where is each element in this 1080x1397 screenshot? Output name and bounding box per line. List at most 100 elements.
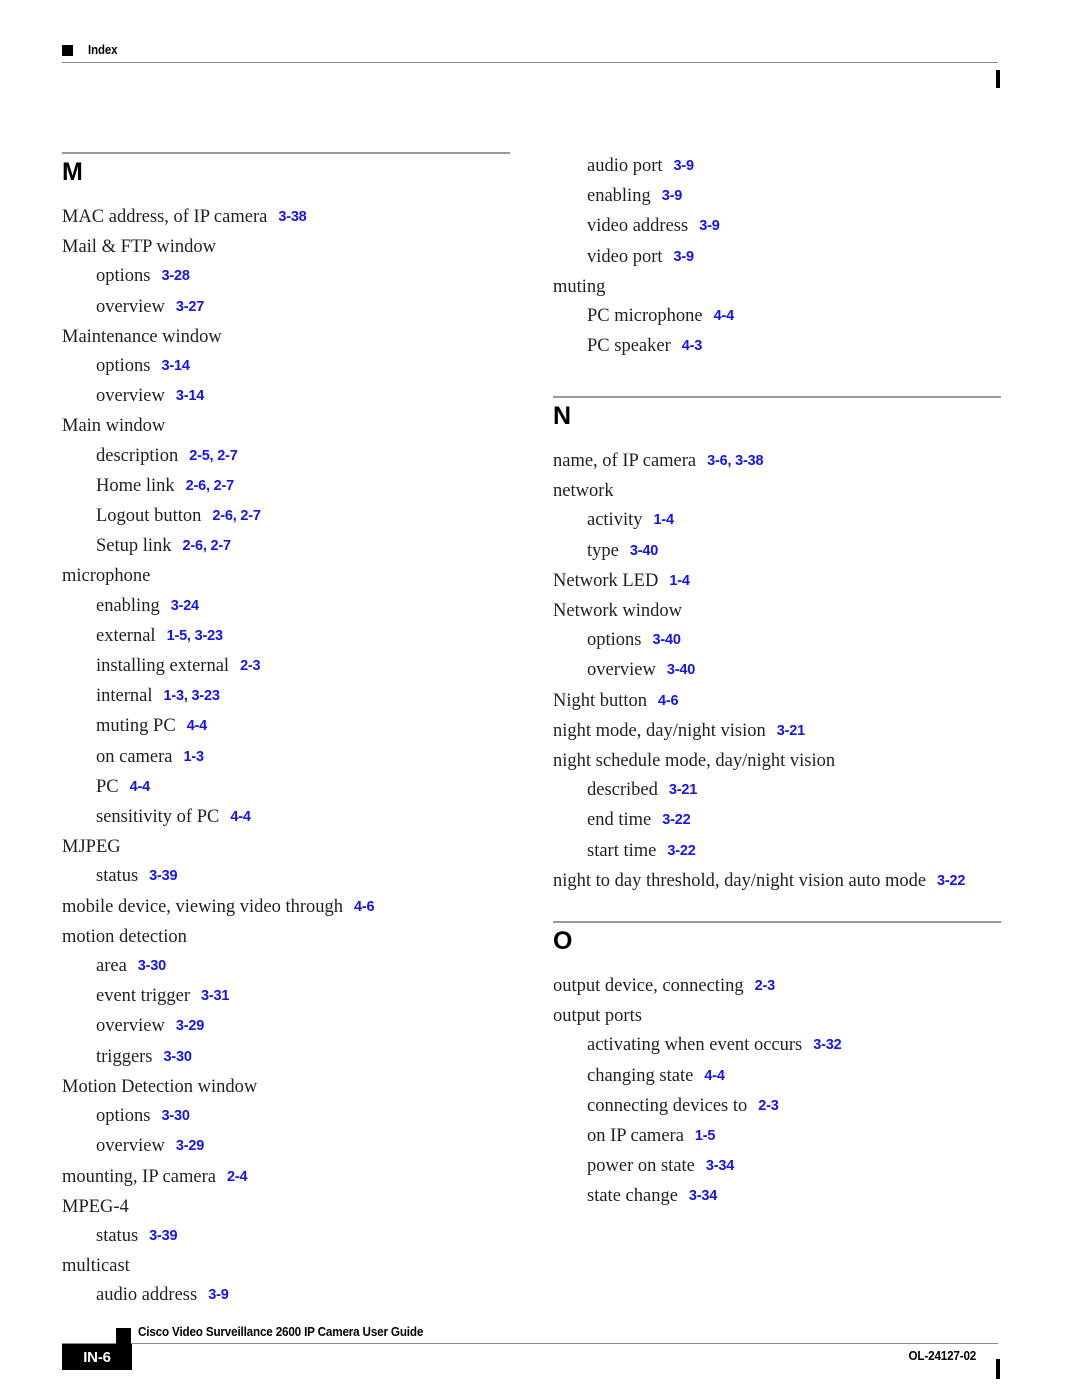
index-page-reference[interactable]: 2-6, 2-7 bbox=[201, 508, 261, 524]
index-page-reference[interactable]: 3-39 bbox=[138, 868, 177, 884]
index-page-reference[interactable]: 3-22 bbox=[926, 873, 965, 889]
index-page-reference[interactable]: 3-40 bbox=[641, 632, 680, 648]
index-page-reference[interactable]: 3-21 bbox=[766, 723, 805, 739]
index-page-reference[interactable]: 3-34 bbox=[695, 1158, 734, 1174]
index-entry-term: connecting devices to bbox=[587, 1095, 748, 1116]
index-page-reference[interactable]: 3-14 bbox=[150, 358, 189, 374]
index-page-reference[interactable]: 3-9 bbox=[688, 218, 720, 234]
index-page-reference[interactable]: 3-39 bbox=[138, 1228, 177, 1244]
index-page-reference[interactable]: 3-40 bbox=[656, 662, 695, 678]
index-page-reference[interactable]: 3-22 bbox=[656, 843, 695, 859]
index-page-reference[interactable]: 3-9 bbox=[663, 249, 695, 265]
footer-rule bbox=[62, 1343, 1000, 1379]
index-page-reference[interactable]: 4-4 bbox=[693, 1068, 725, 1084]
index-entry: Main window bbox=[62, 412, 510, 441]
index-page-reference[interactable]: 3-9 bbox=[651, 188, 683, 204]
index-page-reference[interactable]: 3-28 bbox=[150, 268, 189, 284]
index-entry-term: Maintenance window bbox=[62, 326, 222, 347]
index-page-reference[interactable]: 1-3, 3-23 bbox=[153, 688, 220, 704]
index-entry-term: sensitivity of PC bbox=[96, 807, 220, 828]
index-column-right-continuation: audio port 3-9 enabling 3-9 video address 3-9… bbox=[553, 152, 1001, 362]
index-entry: options 3-30 bbox=[62, 1102, 510, 1132]
page-footer: IN-6 Cisco Video Surveillance 2600 IP Ca… bbox=[62, 1318, 1000, 1379]
index-entry-term: status bbox=[96, 1225, 139, 1246]
index-entry: status 3-39 bbox=[62, 862, 510, 892]
index-page-reference[interactable]: 2-3 bbox=[744, 978, 776, 994]
index-entry-term: name, of IP camera bbox=[553, 451, 697, 471]
index-entry: Network LED 1-4 bbox=[553, 567, 1001, 597]
index-page-reference[interactable]: 3-31 bbox=[190, 988, 229, 1004]
index-page-reference[interactable]: 2-5, 2-7 bbox=[178, 448, 238, 464]
index-page-reference[interactable]: 3-27 bbox=[165, 299, 204, 315]
index-entry: output ports bbox=[553, 1002, 1001, 1031]
index-page-reference[interactable]: 2-6, 2-7 bbox=[172, 538, 232, 554]
index-entry-term: status bbox=[96, 866, 139, 887]
index-entry: end time 3-22 bbox=[553, 806, 1001, 836]
index-entry: network bbox=[553, 477, 1001, 506]
index-entry-list: MAC address, of IP camera 3-38 Mail & FTP … bbox=[62, 203, 510, 1312]
index-page-reference[interactable]: 4-4 bbox=[176, 718, 208, 734]
index-page-reference[interactable]: 3-22 bbox=[651, 812, 690, 828]
index-entry-term: Setup link bbox=[96, 536, 172, 557]
index-entry: MPEG-4 bbox=[62, 1193, 510, 1222]
index-page-reference[interactable]: 4-3 bbox=[671, 338, 703, 354]
index-entry-term: overview bbox=[96, 1136, 165, 1157]
section-letter-heading: O bbox=[553, 927, 573, 955]
index-page-reference[interactable]: 4-6 bbox=[343, 899, 375, 915]
index-entry-term: activity bbox=[587, 510, 643, 531]
section-divider-rule bbox=[553, 921, 1001, 923]
index-entry-term: internal bbox=[96, 686, 153, 707]
index-page-reference[interactable]: 3-21 bbox=[658, 782, 697, 798]
index-page-reference[interactable]: 3-34 bbox=[678, 1188, 717, 1204]
index-page-reference[interactable]: 3-30 bbox=[153, 1049, 192, 1065]
index-page-reference[interactable]: 2-4 bbox=[216, 1169, 248, 1185]
index-entry: overview 3-29 bbox=[62, 1132, 510, 1162]
index-page-reference[interactable]: 4-4 bbox=[703, 308, 735, 324]
index-page-reference[interactable]: 3-14 bbox=[165, 388, 204, 404]
index-page-reference[interactable]: 3-30 bbox=[127, 958, 166, 974]
index-entry: Mail & FTP window bbox=[62, 233, 510, 262]
index-page-reference[interactable]: 2-3 bbox=[747, 1098, 779, 1114]
index-page-reference[interactable]: 1-3 bbox=[173, 749, 205, 765]
index-page-reference[interactable]: 1-4 bbox=[642, 512, 674, 528]
index-page-reference[interactable]: 3-32 bbox=[802, 1037, 841, 1053]
index-entry-term: mounting, IP camera bbox=[62, 1166, 216, 1187]
index-page-reference[interactable]: 2-6, 2-7 bbox=[175, 478, 235, 494]
document-id: OL-24127-02 bbox=[908, 1348, 976, 1363]
index-entry: overview 3-27 bbox=[62, 293, 510, 323]
index-page-reference[interactable]: 1-5, 3-23 bbox=[156, 628, 223, 644]
index-entry-term: area bbox=[96, 956, 127, 977]
index-page-reference[interactable]: 4-4 bbox=[119, 779, 151, 795]
index-entry: video port 3-9 bbox=[553, 243, 1001, 273]
index-page-reference[interactable]: 3-29 bbox=[165, 1018, 204, 1034]
index-entry-term: description bbox=[96, 445, 179, 466]
index-page-reference[interactable]: 3-24 bbox=[160, 598, 199, 614]
index-page-reference[interactable]: 2-3 bbox=[229, 658, 261, 674]
index-entry: motion detection bbox=[62, 923, 510, 952]
index-entry-term: output device, connecting bbox=[553, 976, 744, 996]
index-entry-term: overview bbox=[96, 296, 165, 317]
index-page-reference[interactable]: 4-6 bbox=[647, 693, 679, 709]
index-page-reference[interactable]: 3-29 bbox=[165, 1138, 204, 1154]
index-entry: MJPEG bbox=[62, 833, 510, 862]
index-entry-term: Motion Detection window bbox=[62, 1076, 258, 1097]
index-page-reference[interactable]: 3-6, 3-38 bbox=[696, 453, 763, 469]
index-entry-term: Main window bbox=[62, 416, 166, 437]
index-page-reference[interactable]: 1-5 bbox=[684, 1128, 716, 1144]
index-entry-term: night to day threshold, day/night vision… bbox=[553, 870, 927, 891]
index-entry: activating when event occurs 3-32 bbox=[553, 1031, 1001, 1061]
index-entry-term: options bbox=[96, 266, 151, 287]
index-page-reference[interactable]: 3-9 bbox=[663, 158, 695, 174]
section-divider-rule bbox=[62, 152, 510, 154]
index-page-reference[interactable]: 3-40 bbox=[619, 543, 658, 559]
index-entry: on camera 1-3 bbox=[62, 743, 510, 773]
section-letter-heading: M bbox=[62, 158, 83, 186]
page-header: Index bbox=[62, 42, 1000, 88]
index-entry-term: mobile device, viewing video through bbox=[62, 896, 344, 917]
index-page-reference[interactable]: 3-30 bbox=[150, 1108, 189, 1124]
index-page-reference[interactable]: 4-4 bbox=[219, 809, 251, 825]
index-page-reference[interactable]: 3-38 bbox=[267, 209, 306, 225]
index-page-reference[interactable]: 1-4 bbox=[658, 573, 690, 589]
index-entry: status 3-39 bbox=[62, 1222, 510, 1252]
index-page-reference[interactable]: 3-9 bbox=[197, 1287, 229, 1303]
